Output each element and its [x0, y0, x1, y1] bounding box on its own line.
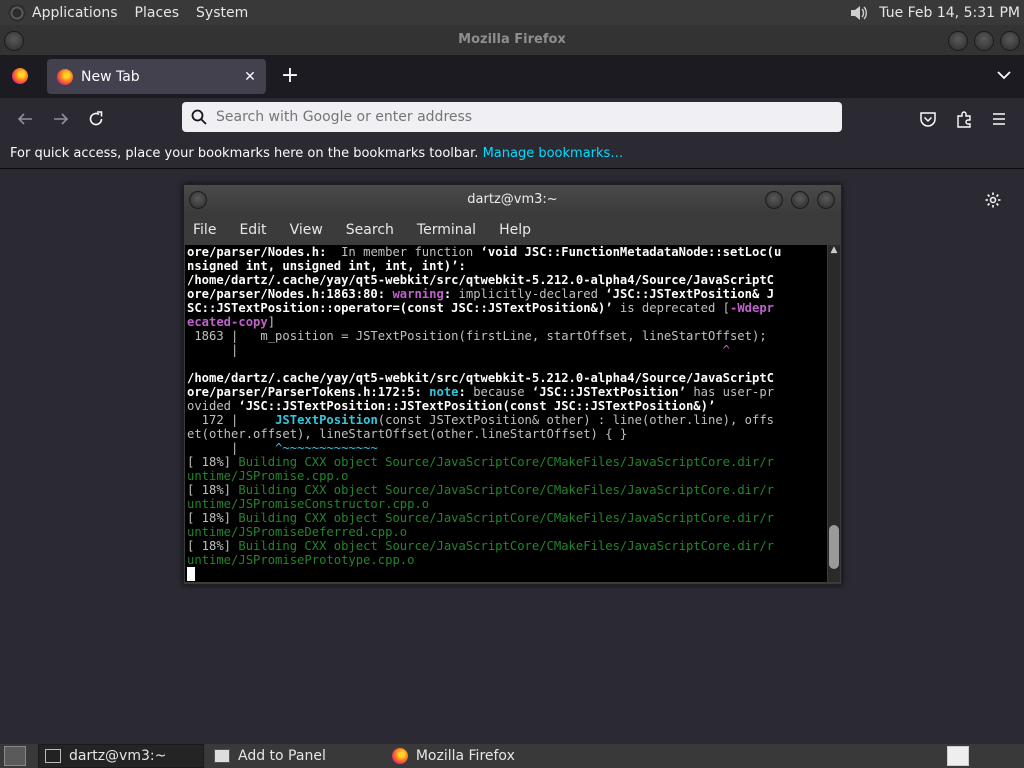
- terminal-line: | ^~~~~~~~~~~~~~: [187, 441, 378, 455]
- terminal-line: /home/dartz/.cache/yay/qt5-webkit/src/qt…: [187, 371, 774, 385]
- terminal-line: ecated-copy]: [187, 315, 276, 329]
- terminal-line: untime/JSPromise.cpp.o: [187, 469, 349, 483]
- terminal-cursor: [187, 567, 195, 581]
- terminal-menu-help[interactable]: Help: [499, 222, 531, 238]
- new-tab-button[interactable]: +: [280, 63, 300, 89]
- terminal-line: et(other.offset), lineStartOffset(other.…: [187, 427, 628, 441]
- close-tab-icon[interactable]: ✕: [240, 69, 260, 85]
- terminal-menubar: File Edit View Search Terminal Help: [184, 215, 841, 245]
- address-input[interactable]: [214, 108, 842, 126]
- terminal-menu-edit[interactable]: Edit: [239, 222, 266, 238]
- hamburger-menu-icon[interactable]: [988, 108, 1010, 130]
- maximize-button[interactable]: [974, 31, 994, 51]
- volume-icon[interactable]: [849, 3, 869, 23]
- tab-label: New Tab: [81, 68, 140, 85]
- menu-applications[interactable]: Applications: [32, 5, 118, 21]
- clock[interactable]: Tue Feb 14, 5:31 PM: [879, 5, 1020, 21]
- terminal-menu-search[interactable]: Search: [346, 222, 394, 238]
- terminal-menu-file[interactable]: File: [193, 222, 216, 238]
- firefox-titlebar: Mozilla Firefox: [0, 25, 1024, 55]
- terminal-line: 172 | JSTextPosition(const JSTextPositio…: [187, 413, 775, 427]
- taskbar-item-add-to-panel[interactable]: Add to Panel: [208, 745, 332, 767]
- taskbar-label: Mozilla Firefox: [415, 748, 515, 764]
- reload-icon[interactable]: [85, 108, 107, 130]
- manage-bookmarks-link[interactable]: Manage bookmarks…: [483, 146, 624, 161]
- terminal-window[interactable]: dartz@vm3:~ File Edit View Search Termin…: [183, 184, 842, 585]
- terminal-menu-view[interactable]: View: [290, 222, 323, 238]
- show-desktop-icon[interactable]: [4, 746, 26, 766]
- taskbar-item-firefox[interactable]: Mozilla Firefox: [386, 745, 521, 767]
- scroll-up-icon[interactable]: ▲: [828, 245, 840, 257]
- window-title: Mozilla Firefox: [458, 32, 566, 47]
- terminal-line: /home/dartz/.cache/yay/qt5-webkit/src/qt…: [187, 273, 774, 287]
- list-all-tabs-icon[interactable]: [994, 65, 1014, 85]
- workspace-switcher-icon[interactable]: [947, 746, 969, 766]
- terminal-icon: [45, 749, 61, 763]
- terminal-line: untime/JSPromiseDeferred.cpp.o: [187, 525, 408, 539]
- menu-system[interactable]: System: [196, 5, 248, 21]
- terminal-scrollbar[interactable]: ▲: [828, 245, 840, 582]
- search-icon: [190, 108, 208, 126]
- terminal-line: | ^: [187, 343, 730, 357]
- menu-places[interactable]: Places: [135, 5, 180, 21]
- terminal-window-menu-button[interactable]: [189, 191, 207, 209]
- minimize-button[interactable]: [948, 31, 968, 51]
- extensions-icon[interactable]: [953, 108, 975, 130]
- terminal-line: 1863 | m_position = JSTextPosition(first…: [187, 329, 767, 343]
- terminal-line: ore/parser/ParserTokens.h:172:5: note: b…: [187, 385, 775, 399]
- terminal-line: nsigned int, unsigned int, int, int)’:: [187, 259, 466, 273]
- terminal-title: dartz@vm3:~: [467, 192, 558, 207]
- terminal-prompt[interactable]: [187, 567, 827, 582]
- terminal-line: untime/JSPromisePrototype.cpp.o: [187, 553, 415, 567]
- terminal-minimize-button[interactable]: [765, 191, 783, 209]
- taskbar-label: Add to Panel: [238, 748, 326, 764]
- firefox-view-icon[interactable]: [12, 68, 28, 84]
- window-menu-button[interactable]: [4, 31, 24, 51]
- terminal-output[interactable]: ore/parser/Nodes.h: In member function ‘…: [185, 245, 827, 582]
- terminal-line: SC::JSTextPosition::operator=(const JSC:…: [187, 301, 775, 315]
- gnome-foot-icon[interactable]: [8, 3, 26, 22]
- nav-bar: [0, 98, 1024, 140]
- terminal-line: [ 18%] Building CXX object Source/JavaSc…: [187, 455, 775, 469]
- terminal-line: [ 18%] Building CXX object Source/JavaSc…: [187, 483, 775, 497]
- gear-icon[interactable]: [984, 191, 1002, 209]
- forward-icon[interactable]: [50, 108, 72, 130]
- firefox-icon: [391, 748, 408, 764]
- terminal-line: untime/JSPromiseConstructor.cpp.o: [187, 497, 430, 511]
- firefox-tab-icon: [57, 68, 73, 85]
- terminal-line: ore/parser/Nodes.h: In member function ‘…: [187, 245, 782, 259]
- terminal-maximize-button[interactable]: [791, 191, 809, 209]
- terminal-line: ovided ‘JSC::JSTextPosition::JSTextPosit…: [187, 399, 716, 413]
- top-panel: Applications Places System Tue Feb 14, 5…: [0, 0, 1024, 25]
- bookmarks-hint: For quick access, place your bookmarks h…: [10, 146, 479, 161]
- pocket-icon[interactable]: [917, 108, 939, 130]
- close-window-button[interactable]: [1000, 31, 1020, 51]
- terminal-line: [ 18%] Building CXX object Source/JavaSc…: [187, 511, 775, 525]
- taskbar-item-terminal[interactable]: dartz@vm3:~: [38, 744, 204, 768]
- panel-icon: [214, 749, 230, 763]
- tab-bar: New Tab ✕ +: [0, 55, 1024, 98]
- terminal-line: [ 18%] Building CXX object Source/JavaSc…: [187, 539, 775, 553]
- url-bar[interactable]: [182, 102, 842, 132]
- terminal-titlebar[interactable]: dartz@vm3:~: [184, 185, 841, 215]
- bottom-panel: dartz@vm3:~ Add to Panel Mozilla Firefox: [0, 744, 1024, 768]
- bookmarks-toolbar: For quick access, place your bookmarks h…: [0, 140, 1024, 168]
- terminal-close-button[interactable]: [817, 191, 835, 209]
- tab-new-tab[interactable]: New Tab ✕: [47, 59, 266, 94]
- scrollbar-thumb[interactable]: [829, 525, 839, 569]
- back-icon[interactable]: [14, 108, 36, 130]
- terminal-menu-terminal[interactable]: Terminal: [417, 222, 476, 238]
- taskbar-label: dartz@vm3:~: [69, 748, 167, 764]
- terminal-line: ore/parser/Nodes.h:1863:80: warning: imp…: [187, 287, 775, 301]
